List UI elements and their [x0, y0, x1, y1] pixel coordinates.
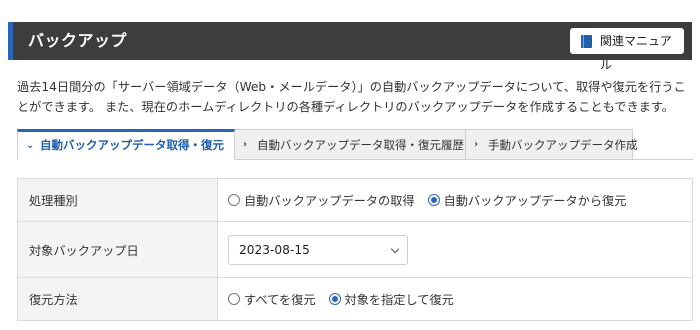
restore-method-label: 復元方法 — [18, 278, 218, 320]
radio-unchecked-icon — [228, 194, 240, 206]
process-type-label: 処理種別 — [18, 179, 218, 221]
page-description: 過去14日間分の「サーバー領域データ（Web・メールデータ）」の自動バックアップ… — [17, 80, 686, 114]
radio-label: すべてを復元 — [244, 293, 316, 307]
radio-label: 対象を指定して復元 — [344, 293, 454, 307]
radio-restore-from-backup[interactable]: 自動バックアップデータから復元 — [427, 191, 627, 209]
backup-date-value: 2023-08-15 — [239, 242, 310, 257]
radio-unchecked-icon — [228, 293, 240, 305]
chevron-down-icon: ⌄ — [26, 140, 35, 151]
backup-date-select[interactable]: 2023-08-15 — [228, 234, 408, 265]
page-title: バックアップ — [28, 31, 128, 50]
chevron-right-icon: › — [243, 139, 248, 150]
related-manual-button[interactable]: 関連マニュアル — [570, 28, 684, 72]
radio-label: 自動バックアップデータの取得 — [244, 194, 415, 208]
radio-checked-icon — [328, 293, 341, 305]
tab-label: 手動バックアップデータ作成 — [488, 138, 638, 152]
backup-form: 処理種別 自動バックアップデータの取得 自動バックアップデータから復元 対象バッ… — [17, 178, 693, 321]
book-icon — [581, 35, 592, 48]
form-row-process-type: 処理種別 自動バックアップデータの取得 自動バックアップデータから復元 — [18, 179, 692, 222]
tab-auto-backup-restore[interactable]: ⌄ 自動バックアップデータ取得・復元 — [17, 129, 235, 160]
radio-restore-selected[interactable]: 対象を指定して復元 — [328, 290, 454, 308]
process-type-radio-group: 自動バックアップデータの取得 自動バックアップデータから復元 — [228, 191, 639, 209]
restore-method-radio-group: すべてを復元 対象を指定して復元 — [228, 290, 467, 308]
radio-restore-all[interactable]: すべてを復元 — [228, 290, 316, 308]
page-header: バックアップ 関連マニュアル — [8, 22, 692, 72]
form-row-restore-method: 復元方法 すべてを復元 対象を指定して復元 — [18, 278, 692, 321]
tab-label: 自動バックアップデータ取得・復元履歴 — [257, 138, 464, 152]
chevron-down-icon — [390, 244, 400, 253]
tab-label: 自動バックアップデータ取得・復元 — [40, 138, 224, 152]
radio-fetch-backup[interactable]: 自動バックアップデータの取得 — [228, 191, 415, 209]
backup-date-label: 対象バックアップ日 — [18, 222, 218, 277]
radio-checked-icon — [427, 194, 440, 206]
chevron-right-icon: › — [474, 139, 479, 150]
radio-label: 自動バックアップデータから復元 — [443, 194, 627, 208]
form-row-backup-date: 対象バックアップ日 2023-08-15 — [18, 222, 692, 278]
tab-auto-backup-history[interactable]: › 自動バックアップデータ取得・復元履歴 — [234, 129, 466, 160]
related-manual-label: 関連マニュアル — [600, 34, 672, 72]
tab-manual-backup-create[interactable]: › 手動バックアップデータ作成 — [465, 129, 638, 160]
tab-bar: ⌄ 自動バックアップデータ取得・復元 › 自動バックアップデータ取得・復元履歴 … — [17, 129, 693, 160]
